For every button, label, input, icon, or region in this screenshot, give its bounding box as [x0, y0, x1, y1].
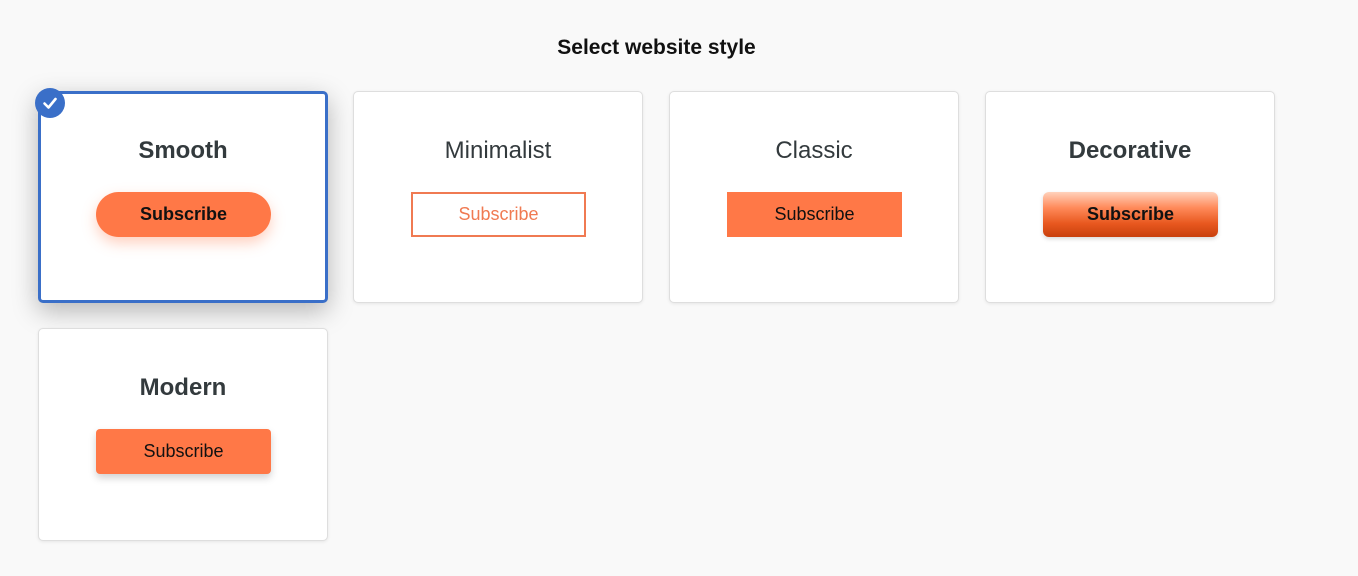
style-card-modern[interactable]: Modern Subscribe: [38, 328, 328, 541]
style-name: Minimalist: [444, 137, 552, 164]
style-card-classic[interactable]: Classic Subscribe: [669, 91, 959, 303]
style-name: Classic: [775, 137, 853, 164]
subscribe-button-decorative[interactable]: Subscribe: [1043, 192, 1218, 237]
subscribe-button-smooth[interactable]: Subscribe: [96, 192, 271, 237]
page-title: Select website style: [557, 36, 756, 59]
style-name: Decorative: [1068, 137, 1192, 164]
style-card-minimalist[interactable]: Minimalist Subscribe: [353, 91, 643, 303]
subscribe-button-classic[interactable]: Subscribe: [727, 192, 902, 237]
subscribe-button-modern[interactable]: Subscribe: [96, 429, 271, 474]
style-name: Modern: [139, 374, 227, 401]
check-icon: [35, 88, 65, 118]
style-card-smooth[interactable]: Smooth Subscribe: [35, 88, 328, 303]
style-card-decorative[interactable]: Decorative Subscribe: [985, 91, 1275, 303]
subscribe-button-minimalist[interactable]: Subscribe: [411, 192, 586, 237]
style-name: Smooth: [138, 137, 228, 164]
